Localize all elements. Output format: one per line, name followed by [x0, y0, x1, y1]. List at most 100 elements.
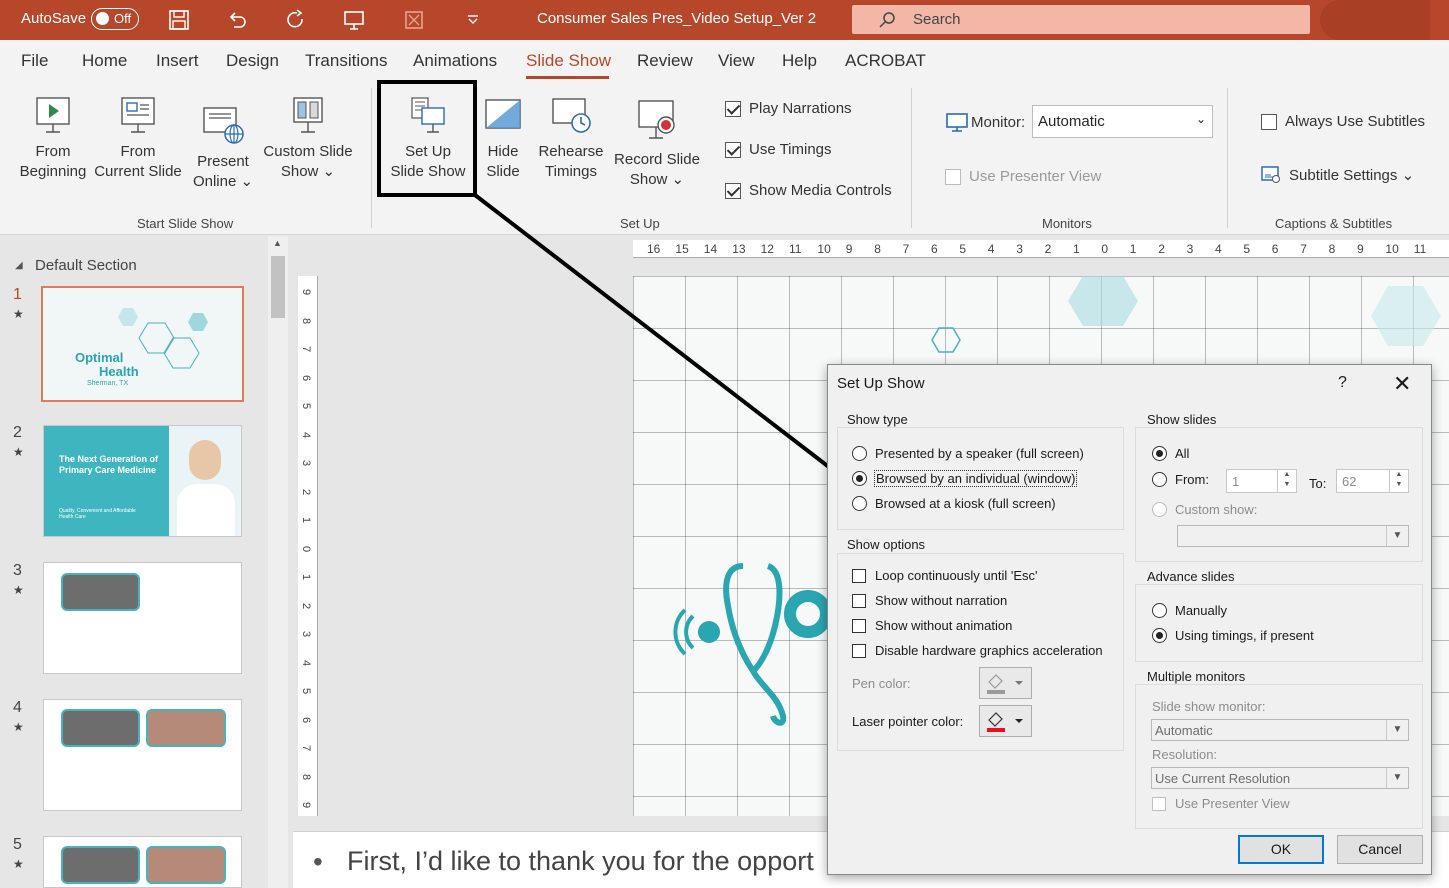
radio-from-slide[interactable]: From: [1152, 472, 1209, 487]
scroll-up-icon[interactable]: ▲ [273, 238, 282, 248]
radio-browsed-by-individual[interactable]: Browsed by an individual (window) [852, 470, 1078, 487]
rehearse-timings-button[interactable]: Rehearse Timings [538, 96, 604, 182]
to-slide-spinner[interactable]: 62 ▲ ▼ [1336, 469, 1409, 493]
from-current-slide-icon [121, 97, 155, 133]
search-icon [879, 12, 895, 28]
slide-number: 1 [13, 286, 22, 303]
slide-show-monitor-label: Slide show monitor: [1152, 699, 1266, 714]
play-narrations-checkbox[interactable]: Play Narrations [725, 100, 852, 117]
tab-view[interactable]: View [718, 51, 755, 71]
checkbox-label: Show without animation [875, 618, 1013, 633]
tab-home[interactable]: Home [82, 51, 127, 71]
thumbnail-scrollbar[interactable]: ▲ [268, 236, 288, 888]
scrollbar-thumb[interactable] [271, 256, 285, 318]
disable-hardware-acceleration-checkbox[interactable]: Disable hardware graphics acceleration [852, 643, 1103, 658]
record-slide-show-button[interactable]: Record Slide Show ⌄ [611, 96, 703, 190]
slide-thumbnail-3[interactable] [43, 562, 242, 674]
animation-star-icon: ★ [13, 583, 24, 597]
show-media-controls-check [725, 182, 741, 199]
slide-thumbnail-4[interactable] [43, 699, 242, 811]
record-line2: Show ⌄ [629, 171, 685, 188]
show-media-controls-checkbox[interactable]: Show Media Controls [725, 182, 892, 199]
show-without-narration-checkbox[interactable]: Show without narration [852, 593, 1007, 608]
autosave-toggle[interactable]: Off [91, 8, 139, 30]
notes-text: First, I’d like to thank you for the opp… [347, 846, 814, 876]
slide-thumbnail-5[interactable] [43, 836, 242, 888]
ruler-tick-label: 2 [300, 488, 313, 495]
customize-toolbar-icon[interactable] [460, 7, 486, 33]
horizontal-ruler: 16 15 14 13 12 11 10 9 8 7 6 5 4 3 2 1 0 1 2 3 4 5 6 7 8 9 10 11 [633, 240, 1449, 258]
to-label: To: [1309, 476, 1327, 491]
account-area[interactable] [1320, 0, 1430, 40]
ruler-tick-label: 7 [300, 744, 313, 752]
ruler-tick-label: 1 [1073, 242, 1080, 256]
radio-presented-by-speaker[interactable]: Presented by a speaker (full screen) [852, 446, 1084, 461]
tab-slide-show[interactable]: Slide Show [526, 51, 611, 71]
radio-advance-manually[interactable]: Manually [1152, 603, 1227, 618]
section-title[interactable]: Default Section [35, 257, 137, 274]
play-narrations-check [725, 100, 741, 117]
slide-thumbnail-2[interactable]: The Next Generation of Primary Care Medi… [43, 425, 242, 537]
cancel-button[interactable]: Cancel [1337, 835, 1423, 864]
ruler-tick-label: 9 [1357, 242, 1364, 256]
ruler-tick-label: 4 [987, 242, 995, 256]
slide-layout-icon[interactable] [401, 7, 427, 33]
radio-all-slides[interactable]: All [1152, 446, 1189, 461]
radio-indicator [1152, 502, 1167, 517]
chevron-down-icon: ▼ [1386, 720, 1408, 740]
ruler-tick-label: 11 [1413, 242, 1427, 256]
radio-using-timings[interactable]: Using timings, if present [1152, 628, 1314, 643]
redo-icon[interactable] [283, 7, 309, 33]
record-slide-show-icon [638, 100, 675, 139]
from-slide-spinner[interactable]: 1 ▲ ▼ [1226, 469, 1297, 493]
tab-design[interactable]: Design [226, 51, 279, 71]
show-options-legend: Show options [845, 537, 928, 552]
subtitle-settings-button[interactable]: Subtitle Settings ⌄ [1261, 166, 1414, 184]
tab-acrobat[interactable]: ACROBAT [845, 51, 926, 71]
dialog-use-presenter-view-checkbox[interactable]: Use Presenter View [1152, 796, 1290, 811]
tab-insert[interactable]: Insert [156, 51, 199, 71]
show-without-animation-checkbox[interactable]: Show without animation [852, 618, 1012, 633]
loop-continuously-checkbox[interactable]: Loop continuously until 'Esc' [852, 568, 1038, 583]
tab-review[interactable]: Review [637, 51, 693, 71]
pen-color-button[interactable] [979, 667, 1032, 699]
laser-pointer-color-button[interactable] [979, 705, 1032, 737]
subtitle-settings-icon [1261, 166, 1280, 183]
tab-file[interactable]: File [21, 51, 48, 71]
show-slides-legend: Show slides [1145, 412, 1219, 427]
undo-icon[interactable] [224, 7, 250, 33]
ruler-tick-label: 13 [732, 242, 746, 256]
spinner-arrows-icon[interactable]: ▲ ▼ [1277, 470, 1296, 492]
search-box[interactable]: Search [852, 5, 1310, 34]
from-beginning-button[interactable]: From Beginning [14, 96, 92, 182]
radio-browsed-at-kiosk[interactable]: Browsed at a kiosk (full screen) [852, 496, 1056, 511]
custom-slide-show-button[interactable]: Custom Slide Show ⌄ [262, 96, 354, 182]
radio-custom-show[interactable]: Custom show: [1152, 502, 1257, 517]
tab-animations[interactable]: Animations [413, 51, 497, 71]
record-line1: Record Slide [614, 151, 700, 168]
slide-thumbnail-1[interactable]: Optimal Health Sherman, TX [41, 286, 244, 402]
from-current-slide-button[interactable]: From Current Slide [93, 96, 183, 182]
present-from-start-icon[interactable] [341, 7, 367, 33]
always-use-subtitles-checkbox[interactable]: Always Use Subtitles [1261, 113, 1425, 130]
tab-transitions[interactable]: Transitions [305, 51, 388, 71]
help-button[interactable]: ? [1338, 374, 1347, 392]
slide-show-monitor-dropdown[interactable]: Automatic ▼ [1151, 719, 1409, 741]
ruler-tick-label: 8 [874, 242, 881, 256]
save-icon[interactable] [166, 7, 192, 33]
use-timings-checkbox[interactable]: Use Timings [725, 141, 832, 158]
use-presenter-view-checkbox[interactable]: Use Presenter View [945, 168, 1101, 185]
rehearse-line1: Rehearse [538, 143, 604, 160]
present-online-button[interactable]: Present Online ⌄ [190, 96, 256, 192]
custom-show-dropdown[interactable]: ▼ [1177, 525, 1409, 547]
monitor-dropdown[interactable]: Automatic ⌄ [1032, 105, 1213, 138]
spinner-arrows-icon[interactable]: ▲ ▼ [1389, 470, 1408, 492]
tab-help[interactable]: Help [782, 51, 817, 71]
ok-button[interactable]: OK [1238, 835, 1324, 864]
hide-slide-button[interactable]: Hide Slide [480, 96, 526, 182]
monitor-icon [946, 113, 968, 132]
monitor-label: Monitor: [971, 114, 1026, 131]
collapse-section-icon[interactable]: ◢ [15, 260, 23, 271]
resolution-dropdown[interactable]: Use Current Resolution ▼ [1151, 767, 1409, 789]
close-button[interactable]: ✕ [1393, 371, 1411, 397]
